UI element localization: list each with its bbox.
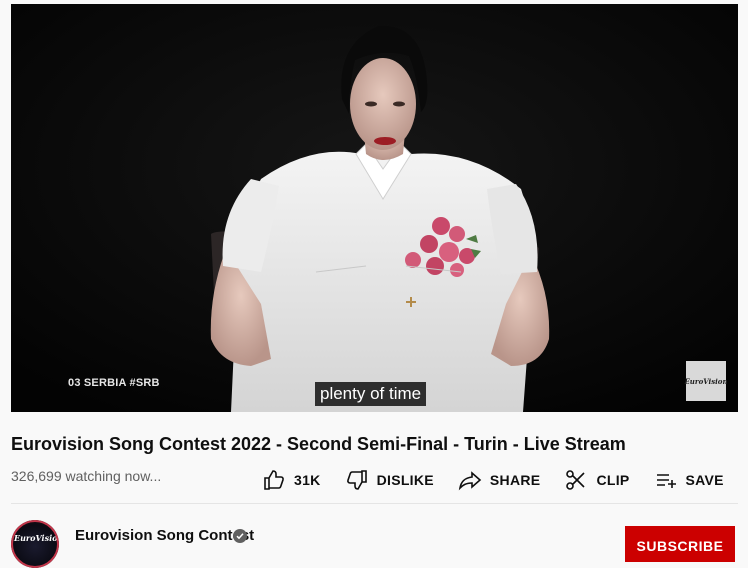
verified-badge-icon xyxy=(233,529,247,543)
subscribe-button[interactable]: SUBSCRIBE xyxy=(625,526,735,562)
clip-button[interactable]: CLIP xyxy=(564,466,629,494)
clip-label: CLIP xyxy=(596,472,629,488)
watermark-logo-text: EuroVision xyxy=(684,377,727,386)
dislike-button[interactable]: DISLIKE xyxy=(345,466,434,494)
share-button[interactable]: SHARE xyxy=(458,466,541,494)
share-icon xyxy=(458,468,482,492)
like-button[interactable]: 31K xyxy=(262,466,321,494)
dislike-label: DISLIKE xyxy=(377,472,434,488)
scissors-icon xyxy=(564,468,588,492)
channel-name[interactable]: Eurovision Song Contest xyxy=(75,527,254,544)
video-frame xyxy=(11,4,738,412)
video-player[interactable]: 03 SERBIA #SRB plenty of time EuroVision xyxy=(11,4,738,412)
like-count: 31K xyxy=(294,472,321,488)
video-title: Eurovision Song Contest 2022 - Second Se… xyxy=(11,434,626,455)
channel-watermark[interactable]: EuroVision xyxy=(686,361,726,401)
channel-owner-row: EuroVision Eurovision Song Contest SUBSC… xyxy=(11,518,738,558)
thumbs-down-icon xyxy=(345,468,369,492)
share-label: SHARE xyxy=(490,472,541,488)
thumbs-up-icon xyxy=(262,468,286,492)
view-count: 326,699 watching now... xyxy=(11,468,161,484)
save-button[interactable]: SAVE xyxy=(654,466,724,494)
video-actions: 31K DISLIKE SHARE CLIP SAVE xyxy=(262,466,748,494)
playlist-add-icon xyxy=(654,468,678,492)
avatar-ring xyxy=(11,520,59,568)
country-overlay-label: 03 SERBIA #SRB xyxy=(68,377,160,389)
divider xyxy=(11,503,738,504)
channel-avatar[interactable]: EuroVision xyxy=(11,520,59,568)
caption-text: plenty of time xyxy=(315,382,426,406)
save-label: SAVE xyxy=(686,472,724,488)
